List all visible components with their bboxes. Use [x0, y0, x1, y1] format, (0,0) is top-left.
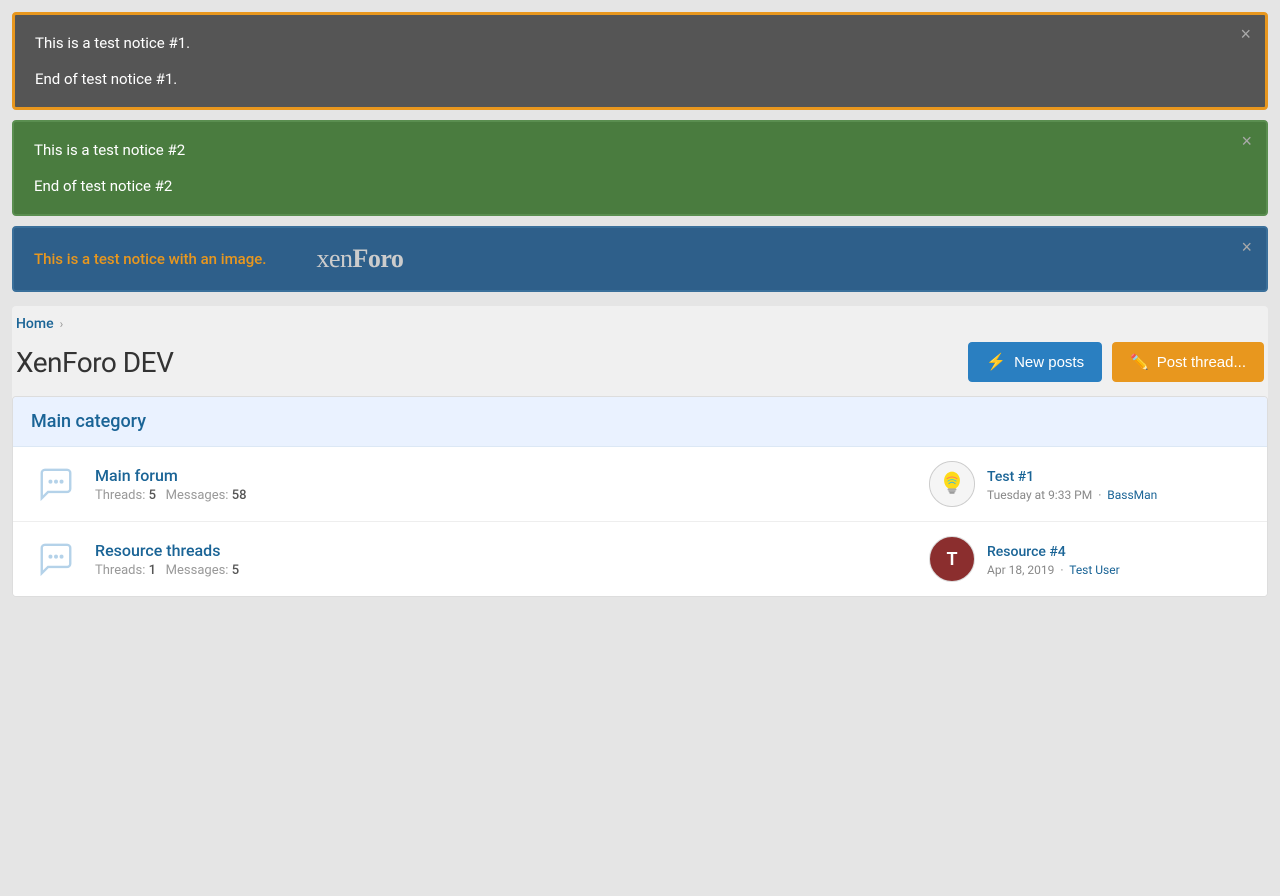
- threads-count-1: 5: [149, 488, 156, 503]
- post-thread-button[interactable]: ✏️ Post thread...: [1112, 342, 1264, 382]
- forum-icon-2: [31, 537, 81, 581]
- latest-post-info-1: Test #1 Tuesday at 9:33 PM · BassMan: [987, 466, 1249, 502]
- messages-label-1: Messages:: [166, 488, 229, 503]
- main-content: Home › XenForo DEV ⚡ New posts ✏️ Post t…: [12, 306, 1268, 597]
- new-posts-button[interactable]: ⚡ New posts: [968, 342, 1102, 382]
- latest-post-meta-1: Tuesday at 9:33 PM · BassMan: [987, 488, 1249, 502]
- notice-2-close[interactable]: ×: [1241, 132, 1252, 150]
- xenforo-logo: xenForo: [316, 244, 403, 274]
- forum-info-1: Main forum Threads: 5 Messages: 58: [95, 466, 929, 503]
- latest-post-author-2[interactable]: Test User: [1069, 563, 1119, 577]
- avatar-1: [929, 461, 975, 507]
- forum-meta-1: Threads: 5 Messages: 58: [95, 488, 929, 503]
- forum-row-2: Resource threads Threads: 1 Messages: 5 …: [13, 522, 1267, 596]
- notice-1-close[interactable]: ×: [1240, 25, 1251, 43]
- breadcrumb-home[interactable]: Home: [16, 316, 54, 332]
- forum-icon-1: [31, 462, 81, 506]
- messages-label-2: Messages:: [166, 563, 229, 578]
- notice-2-line1: This is a test notice #2: [34, 138, 1218, 162]
- forum-list: Main category Main forum Threads:: [12, 396, 1268, 597]
- latest-post-meta-2: Apr 18, 2019 · Test User: [987, 563, 1249, 577]
- lightning-icon: ⚡: [986, 352, 1006, 372]
- forum-name-2[interactable]: Resource threads: [95, 541, 220, 560]
- notice-2-text: This is a test notice #2 End of test not…: [34, 138, 1218, 198]
- messages-count-2: 5: [232, 563, 239, 578]
- breadcrumb: Home ›: [12, 306, 1268, 338]
- notice-2: This is a test notice #2 End of test not…: [12, 120, 1268, 216]
- new-posts-label: New posts: [1014, 354, 1084, 371]
- forum-meta-2: Threads: 1 Messages: 5: [95, 563, 929, 578]
- latest-post-author-1[interactable]: BassMan: [1107, 488, 1157, 502]
- post-thread-label: Post thread...: [1157, 354, 1246, 371]
- page-title: XenForo DEV: [16, 346, 173, 379]
- page-title-row: XenForo DEV ⚡ New posts ✏️ Post thread..…: [12, 338, 1268, 396]
- edit-icon: ✏️: [1130, 353, 1149, 371]
- latest-post-time-2: Apr 18, 2019: [987, 563, 1054, 577]
- latest-post-2: T Resource #4 Apr 18, 2019 · Test User: [929, 536, 1249, 582]
- category-title: Main category: [31, 411, 146, 432]
- threads-label-1: Threads:: [95, 488, 145, 503]
- avatar-2: T: [929, 536, 975, 582]
- notice-2-line2: End of test notice #2: [34, 174, 1218, 198]
- latest-post-title-2[interactable]: Resource #4: [987, 544, 1066, 560]
- notice-1-line2: End of test notice #1.: [35, 67, 1217, 91]
- avatar-letter-2: T: [946, 549, 957, 570]
- notice-1-line1: This is a test notice #1.: [35, 31, 1217, 55]
- category-header: Main category: [13, 397, 1267, 447]
- title-buttons: ⚡ New posts ✏️ Post thread...: [968, 342, 1264, 382]
- latest-post-time-1: Tuesday at 9:33 PM: [987, 488, 1092, 502]
- notice-1: This is a test notice #1. End of test no…: [12, 12, 1268, 110]
- latest-post-title-1[interactable]: Test #1: [987, 469, 1034, 485]
- notice-3-text: This is a test notice with an image.: [34, 250, 266, 268]
- notice-1-text: This is a test notice #1. End of test no…: [35, 31, 1217, 91]
- forum-row: Main forum Threads: 5 Messages: 58: [13, 447, 1267, 522]
- notice-3: This is a test notice with an image. xen…: [12, 226, 1268, 292]
- threads-label-2: Threads:: [95, 563, 145, 578]
- notice-3-close[interactable]: ×: [1241, 238, 1252, 256]
- latest-post-1: Test #1 Tuesday at 9:33 PM · BassMan: [929, 461, 1249, 507]
- messages-count-1: 58: [232, 488, 247, 503]
- forum-info-2: Resource threads Threads: 1 Messages: 5: [95, 541, 929, 578]
- threads-count-2: 1: [149, 563, 156, 578]
- breadcrumb-chevron: ›: [60, 317, 64, 331]
- forum-name-1[interactable]: Main forum: [95, 466, 178, 485]
- latest-post-info-2: Resource #4 Apr 18, 2019 · Test User: [987, 541, 1249, 577]
